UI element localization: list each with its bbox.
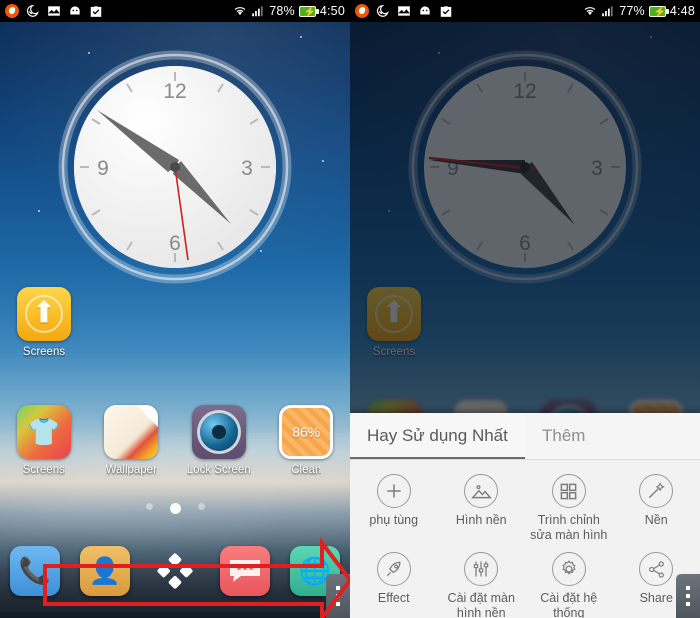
android-robot-icon — [420, 6, 430, 15]
left-phone-screen: 78% ⚡ 4:50 12 3 6 9 ⬆ Screens 👕 Screens … — [0, 0, 350, 618]
app-clean[interactable]: 86% Clean — [263, 405, 351, 476]
dock-item-phone[interactable]: 📞 — [0, 546, 70, 596]
app-row-2-left: 👕 Screens Wallpaper Lock Screen 86% Clea… — [0, 405, 350, 476]
wifi-icon — [234, 7, 246, 16]
clock-text-right: 4:48 — [669, 4, 695, 18]
analog-clock-widget-left[interactable]: 12 3 6 9 — [55, 48, 295, 286]
app-label: Screens — [22, 464, 65, 476]
tshirt-icon[interactable]: 👕 — [16, 405, 71, 459]
android-robot-icon — [70, 6, 80, 15]
messages-bubble-icon[interactable] — [220, 546, 270, 596]
contacts-person-icon[interactable]: 👤 — [80, 546, 130, 596]
notification-badge-icon — [5, 4, 19, 18]
wallpaper-page-curl-icon[interactable] — [104, 405, 159, 459]
do-not-disturb-moon-icon — [376, 5, 389, 17]
image-mountain-icon — [464, 474, 499, 508]
screens-up-arrow-icon[interactable]: ⬆ — [17, 287, 71, 341]
app-label: Clean — [291, 464, 322, 476]
app-label: Lock Screen — [186, 464, 251, 476]
tab-more[interactable]: Thêm — [525, 413, 700, 459]
screenshot-stage: 78% ⚡ 4:50 12 3 6 9 ⬆ Screens 👕 Screens … — [0, 0, 700, 618]
phone-icon[interactable]: 📞 — [10, 546, 60, 596]
gear-icon — [551, 552, 586, 586]
menu-item-label: Effect — [377, 591, 410, 605]
magic-wand-icon — [639, 474, 674, 508]
page-dot[interactable] — [145, 503, 153, 510]
do-not-disturb-moon-icon — [26, 5, 39, 17]
grid-squares-icon — [551, 474, 586, 508]
rocket-icon — [376, 552, 411, 586]
status-right-left: 78% ⚡ 4:50 — [233, 4, 345, 18]
sliders-icon — [464, 552, 499, 586]
lock-screen-icon[interactable] — [191, 405, 246, 459]
signal-bars-icon — [252, 6, 263, 17]
status-bar-left: 78% ⚡ 4:50 — [0, 0, 350, 22]
app-drawer-diamond-icon[interactable] — [150, 546, 200, 596]
app-screens-shortcut[interactable]: ⬆ Screens — [0, 287, 88, 358]
battery-percent-right: 77% — [619, 4, 645, 18]
dock-item-contacts[interactable]: 👤 — [70, 546, 140, 596]
menu-item-screen-editor[interactable]: Trình chỉnh sửa màn hình — [525, 469, 613, 547]
app-label: Wallpaper — [105, 464, 157, 476]
share-icon — [639, 552, 674, 586]
page-dot[interactable] — [197, 503, 205, 510]
notification-badge-icon — [355, 4, 369, 18]
gallery-icon — [398, 6, 410, 16]
page-indicator-left — [0, 503, 350, 514]
dock-item-messages[interactable] — [210, 546, 280, 596]
svg-text:3: 3 — [241, 157, 253, 180]
menu-item-label: Share — [639, 591, 673, 605]
signal-bars-icon — [602, 6, 613, 17]
battery-charging-icon: ⚡ — [298, 5, 319, 18]
svg-text:6: 6 — [169, 232, 181, 255]
menu-item-label: Trình chỉnh sửa màn hình — [530, 513, 608, 542]
menu-item-label: Cài đặt màn hình nền — [447, 591, 515, 618]
overflow-menu-handle-left[interactable] — [326, 574, 350, 618]
clock-text-left: 4:50 — [319, 4, 345, 18]
menu-tabs: Hay Sử dụng Nhất Thêm — [350, 413, 700, 459]
status-icons-right — [355, 4, 453, 18]
menu-item-system-settings[interactable]: Cài đặt hệ thống — [525, 547, 613, 618]
svg-text:9: 9 — [97, 157, 109, 180]
app-label: Screens — [22, 346, 66, 358]
menu-item-wallpaper[interactable]: Hình nền — [438, 469, 526, 547]
battery-charging-icon: ⚡ — [648, 5, 669, 18]
tab-label: Hay Sử dụng Nhất — [367, 426, 508, 445]
dock-item-app-drawer[interactable] — [140, 546, 210, 596]
task-checkbox-icon — [90, 6, 102, 17]
menu-item-effect[interactable]: Effect — [350, 547, 438, 618]
menu-grid: phụ tùng Hình nền Trình chỉnh sửa màn hì… — [350, 460, 700, 618]
status-right-right: 77% ⚡ 4:48 — [583, 4, 695, 18]
options-menu-sheet: Hay Sử dụng Nhất Thêm phụ tùng Hình nền … — [350, 413, 700, 618]
menu-item-widgets[interactable]: phụ tùng — [350, 469, 438, 547]
app-lock-screen[interactable]: Lock Screen — [175, 405, 263, 476]
app-row-1-left: ⬆ Screens — [0, 287, 350, 358]
app-screens[interactable]: 👕 Screens — [0, 405, 88, 476]
page-dot-active[interactable] — [169, 503, 181, 514]
tab-label: Thêm — [542, 426, 586, 445]
menu-item-label: Hình nền — [455, 513, 507, 527]
clean-icon[interactable]: 86% — [279, 405, 334, 459]
dock-icons: 📞 👤 🌐 — [0, 546, 350, 596]
battery-percent-left: 78% — [269, 4, 295, 18]
wifi-icon — [584, 7, 596, 16]
plus-icon — [376, 474, 411, 508]
menu-item-label: Cài đặt hệ thống — [540, 591, 598, 618]
right-phone-screen: 12 3 6 9 ⬆ Screens — [350, 0, 700, 618]
status-bar-right: 77% ⚡ 4:48 — [350, 0, 700, 22]
gallery-icon — [48, 6, 60, 16]
app-wallpaper[interactable]: Wallpaper — [88, 405, 176, 476]
task-checkbox-icon — [440, 6, 452, 17]
tab-most-used[interactable]: Hay Sử dụng Nhất — [350, 413, 525, 459]
overflow-menu-handle-right[interactable] — [676, 574, 700, 618]
menu-item-label: Nền — [644, 513, 668, 527]
clean-badge: 86% — [292, 424, 321, 440]
status-icons-left — [5, 4, 103, 18]
dock-left: 📞 👤 🌐 — [0, 536, 350, 618]
menu-item-label: phụ tùng — [369, 513, 419, 527]
menu-item-wallpaper-settings[interactable]: Cài đặt màn hình nền — [438, 547, 526, 618]
menu-item-theme[interactable]: Nền — [613, 469, 700, 547]
svg-text:12: 12 — [163, 80, 186, 103]
